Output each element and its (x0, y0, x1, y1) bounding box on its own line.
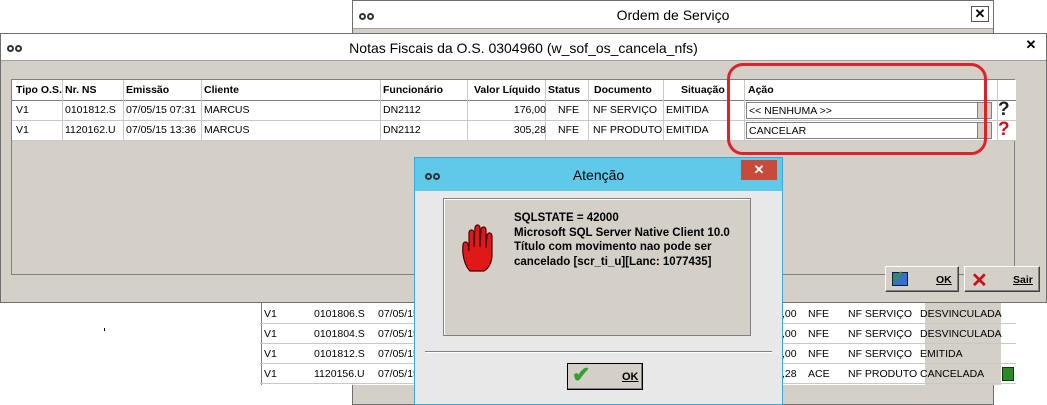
cell-valor: 305,28 (513, 124, 546, 136)
stop-hand-icon (462, 224, 493, 272)
error-message: SQLSTATE = 42000 Microsoft SQL Server Na… (514, 211, 730, 269)
bg-cell-tipo: V1 (264, 348, 277, 360)
cell-documento: NF SERVIÇO (593, 104, 657, 116)
col-header-status[interactable]: Status (548, 84, 580, 96)
col-header-tipo[interactable]: Tipo O.S. (16, 84, 62, 96)
cell-tipo: V1 (16, 124, 29, 136)
bg-cell-documento: NF SERVIÇO (848, 348, 912, 360)
bg-cell-valor: ,00 (782, 348, 797, 360)
highlight-annotation (727, 63, 987, 155)
col-header-valor[interactable]: Valor Líquido (474, 84, 541, 96)
dialog-ok-label: OK (622, 371, 639, 383)
cell-emissao: 07/05/15 13:36 (126, 124, 197, 136)
col-header-documento[interactable]: Documento (594, 84, 652, 96)
bg-cell-status: NFE (808, 308, 829, 320)
bg-cell-valor: ,00 (782, 308, 797, 320)
message-line: cancelado [scr_ti_u][Lanc: 1077435] (514, 255, 712, 268)
cell-cliente: MARCUS (204, 124, 250, 136)
cell-emissao: 07/05/15 07:31 (126, 104, 197, 116)
bg-cell-nr: 1120156.U (314, 368, 365, 380)
bg-cell-status: ACE (808, 368, 830, 380)
bg-cell-emissao: 07/05/15 (378, 368, 419, 380)
cell-valor: 176,00 (513, 104, 546, 116)
bg-cell-emissao: 07/05/15 (378, 348, 419, 360)
message-line: SQLSTATE = 42000 (514, 212, 619, 224)
bg-cell-nr: 0101804.S (314, 328, 365, 340)
cell-cliente: MARCUS (204, 104, 250, 116)
col-header-funcionario[interactable]: Funcionário (383, 84, 443, 96)
bg-cell-tipo: V1 (264, 368, 277, 380)
atencao-titlebar: Atenção ✕ (415, 158, 782, 191)
bg-cell-tipo: V1 (264, 328, 277, 340)
cell-situacao: EMITIDA (666, 124, 709, 136)
notas-fiscais-close-button[interactable]: ✕ (1022, 38, 1040, 54)
cell-tipo: V1 (16, 104, 29, 116)
bg-cell-status: NFE (808, 348, 829, 360)
bg-cell-status: NFE (808, 328, 829, 340)
bg-cell-nr: 0101812.S (314, 348, 365, 360)
col-header-situacao[interactable]: Situação (681, 84, 725, 96)
bg-cell-nr: 0101806.S (314, 308, 365, 320)
ordem-servico-close-button[interactable]: ✕ (971, 6, 989, 22)
message-panel: SQLSTATE = 42000 Microsoft SQL Server Na… (443, 198, 751, 336)
atencao-dialog: Atenção ✕ SQLSTATE = 42000 Microsoft SQL… (414, 157, 783, 405)
notas-fiscais-title: Notas Fiscais da O.S. 0304960 (w_sof_os_… (349, 40, 698, 56)
help-question-icon[interactable]: ? (998, 119, 1010, 141)
col-header-emissao[interactable]: Emissão (126, 84, 169, 96)
close-icon: ✕ (971, 270, 988, 292)
cell-status: NFE (558, 124, 579, 136)
ordem-servico-title: Ordem de Serviço (616, 7, 730, 23)
bg-cell-valor: ,28 (782, 368, 797, 380)
bg-cell-situacao: EMITIDA (920, 348, 963, 360)
bg-cell-documento: NF SERVIÇO (848, 308, 912, 320)
cell-funcionario: DN2112 (383, 124, 421, 136)
bg-cell-emissao: 07/05/15 (378, 308, 419, 320)
exit-button[interactable]: ✕ Sair (964, 266, 1040, 292)
divider (425, 351, 772, 353)
stray-mark (104, 328, 105, 331)
check-icon: ✔ (572, 362, 591, 387)
message-line: Título com movimento nao pode ser (514, 241, 712, 253)
dialog-ok-button[interactable]: ✔ OK (567, 362, 643, 390)
ok-button[interactable]: ✓ OK (885, 266, 959, 292)
bg-cell-situacao: DESVINCULADA (920, 308, 1002, 320)
help-question-icon[interactable]: ? (998, 99, 1010, 121)
bg-cell-documento: NF SERVIÇO (848, 328, 912, 340)
message-line: Microsoft SQL Server Native Client 10.0 (514, 226, 730, 239)
col-header-cliente[interactable]: Cliente (204, 84, 239, 96)
exit-button-label: Sair (1013, 274, 1033, 286)
col-header-nr[interactable]: Nr. NS (65, 84, 97, 96)
bg-cell-valor: ,00 (782, 328, 797, 340)
ok-button-label: OK (936, 274, 952, 286)
cell-situacao: EMITIDA (666, 104, 709, 116)
cell-funcionario: DN2112 (383, 104, 421, 116)
bg-cell-documento: NF PRODUTO (848, 368, 918, 380)
bg-cell-tipo: V1 (264, 308, 277, 320)
trash-icon[interactable] (1002, 367, 1014, 381)
ordem-servico-titlebar: Ordem de Serviço ✕ (353, 1, 993, 29)
bg-cell-emissao: 07/05/15 (378, 328, 419, 340)
check-icon: ✓ (891, 269, 905, 286)
bg-cell-situacao: DESVINCULADA (920, 328, 1002, 340)
cell-nr: 1120162.U (65, 124, 116, 136)
cell-documento: NF PRODUTO (593, 124, 663, 136)
notas-fiscais-titlebar: Notas Fiscais da O.S. 0304960 (w_sof_os_… (1, 34, 1046, 61)
cell-status: NFE (558, 104, 579, 116)
cell-nr: 0101812.S (65, 104, 116, 116)
atencao-close-button[interactable]: ✕ (741, 160, 777, 180)
bg-cell-situacao: CANCELADA (920, 368, 985, 380)
atencao-title: Atenção (572, 167, 625, 183)
